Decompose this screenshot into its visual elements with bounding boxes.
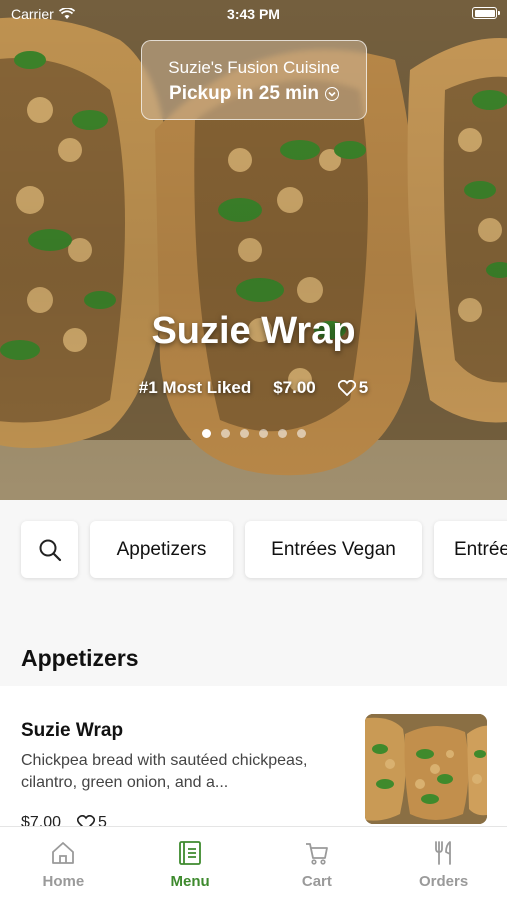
tab-menu-label: Menu xyxy=(170,873,210,890)
heart-icon xyxy=(337,380,356,396)
item-likes-count: 5 xyxy=(98,814,107,826)
tab-orders-label: Orders xyxy=(419,873,469,890)
tab-home[interactable]: Home xyxy=(0,827,127,900)
status-bar: Carrier 3:43 PM xyxy=(0,0,507,28)
orders-icon xyxy=(434,841,451,865)
hero-banner[interactable]: Carrier 3:43 PM Suzie's Fusion Cuisine P… xyxy=(0,0,507,500)
item-description: Chickpea bread with sautéed chickpeas, c… xyxy=(21,752,308,791)
section-title: Appetizers xyxy=(21,645,139,671)
pickup-selector[interactable]: Suzie's Fusion Cuisine Pickup in 25 min xyxy=(141,40,367,120)
battery-icon xyxy=(472,7,500,19)
carousel-dot[interactable] xyxy=(201,429,211,438)
cart-icon xyxy=(305,843,328,865)
category-chip-entrees-vegan[interactable]: Entrées Vegan xyxy=(245,521,422,578)
search-button[interactable] xyxy=(21,521,78,578)
heart-icon xyxy=(77,815,96,826)
category-chip-appetizers[interactable]: Appetizers xyxy=(90,521,233,578)
hero-meta: #1 Most Liked $7.00 5 xyxy=(0,378,507,398)
menu-icon xyxy=(179,841,202,865)
category-chip-entrees[interactable]: Entrée xyxy=(434,521,507,578)
status-time: 3:43 PM xyxy=(227,6,280,22)
item-price: $7.00 xyxy=(21,814,62,826)
pickup-time-row: Pickup in 25 min xyxy=(142,83,366,105)
category-bar[interactable]: Appetizers Entrées Vegan Entrée xyxy=(0,500,507,610)
carousel-dot[interactable] xyxy=(220,429,230,438)
tab-cart[interactable]: Cart xyxy=(254,827,381,900)
item-price-row: $7.00 5 xyxy=(21,814,107,826)
item-photo xyxy=(365,714,487,824)
search-icon xyxy=(39,539,61,561)
pickup-time-label: Pickup in 25 min xyxy=(169,83,319,104)
tab-menu[interactable]: Menu xyxy=(127,827,254,900)
carousel-dot[interactable] xyxy=(258,429,268,438)
tab-home-label: Home xyxy=(42,873,85,890)
restaurant-name: Suzie's Fusion Cuisine xyxy=(168,58,340,77)
item-name: Suzie Wrap xyxy=(21,720,124,741)
menu-item-card[interactable]: Suzie Wrap Chickpea bread with sautéed c… xyxy=(0,686,507,826)
tab-cart-label: Cart xyxy=(301,873,332,890)
tab-bar[interactable]: Home Menu Cart Orders xyxy=(0,826,507,900)
hero-likes-count: 5 xyxy=(358,378,369,397)
hero-likes[interactable]: 5 xyxy=(337,378,369,398)
carousel-dots[interactable] xyxy=(0,429,507,438)
carousel-dot[interactable] xyxy=(239,429,249,438)
tab-orders[interactable]: Orders xyxy=(380,827,507,900)
item-likes[interactable]: 5 xyxy=(77,814,107,826)
hero-title: Suzie Wrap xyxy=(151,310,356,352)
carousel-dot[interactable] xyxy=(296,429,306,438)
hero-price: $7.00 xyxy=(273,378,316,397)
hero-rank: #1 Most Liked xyxy=(138,378,252,397)
home-icon xyxy=(52,842,75,864)
carousel-dot[interactable] xyxy=(277,429,287,438)
chevron-down-icon xyxy=(324,87,339,101)
